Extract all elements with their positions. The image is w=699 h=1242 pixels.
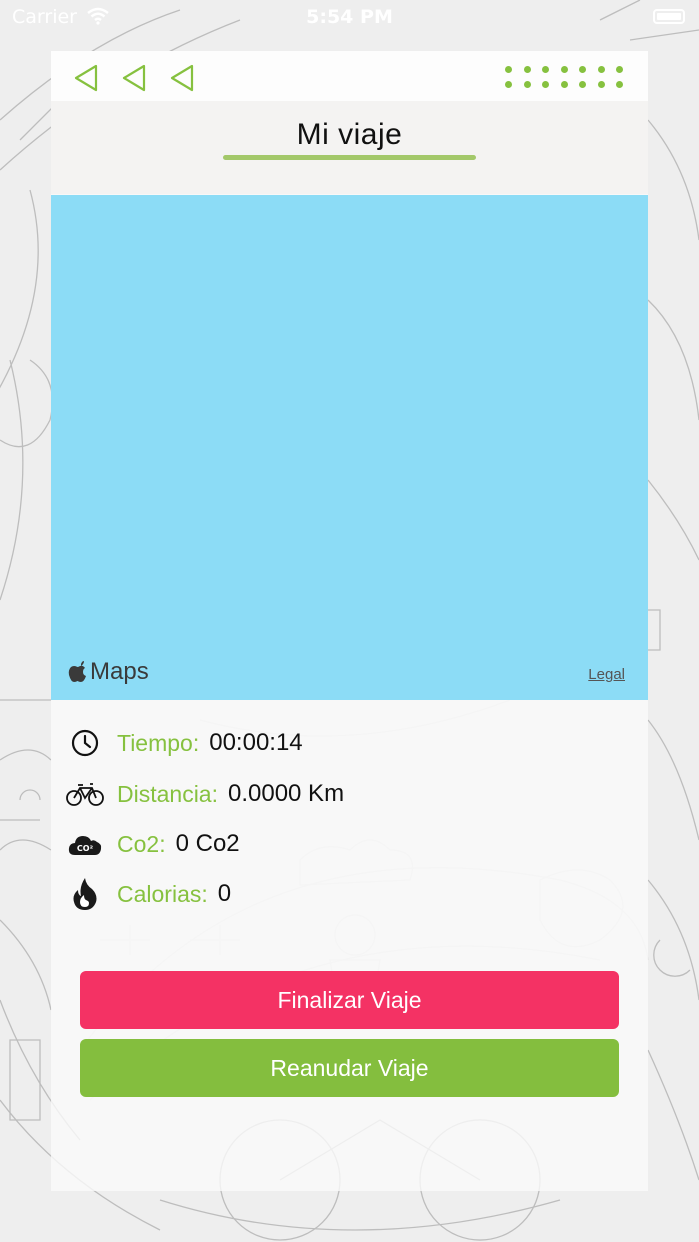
- bike-icon: [66, 776, 104, 812]
- time-value: 00:00:14: [209, 729, 303, 756]
- time-label: Tiempo:: [117, 729, 200, 756]
- distance-value: 0.0000 Km: [227, 780, 345, 807]
- co2-label: Co2:: [117, 830, 166, 857]
- flame-icon: [66, 876, 104, 912]
- page-title: Mi viaje: [296, 118, 403, 151]
- clock-time: 5:54 PM: [306, 6, 393, 28]
- resume-trip-button[interactable]: Reanudar Viaje: [80, 1039, 619, 1097]
- stat-time: Tiempo: 00:00:14: [66, 723, 303, 763]
- co2-cloud-icon: CO²: [66, 826, 104, 862]
- dots-pattern-icon: [505, 66, 630, 90]
- stat-calories: Calorias: 0: [66, 874, 231, 914]
- stat-co2: CO² Co2: 0 Co2: [66, 824, 240, 864]
- calories-value: 0: [217, 880, 232, 907]
- svg-text:CO²: CO²: [77, 844, 94, 853]
- stat-distance: Distancia: 0.0000 Km: [66, 774, 344, 814]
- battery-icon: [653, 9, 685, 24]
- apple-logo-icon: [68, 661, 86, 682]
- legal-link[interactable]: Legal: [588, 666, 625, 683]
- back-arrow-icon[interactable]: [120, 62, 150, 94]
- map-view[interactable]: [51, 195, 648, 700]
- distance-label: Distancia:: [117, 780, 218, 807]
- end-trip-button[interactable]: Finalizar Viaje: [80, 971, 619, 1029]
- back-arrow-icon[interactable]: [168, 62, 198, 94]
- maps-attribution: Maps: [68, 658, 149, 686]
- calories-label: Calorias:: [117, 880, 208, 907]
- back-navigation: [72, 62, 198, 94]
- co2-value: 0 Co2: [175, 830, 240, 857]
- status-bar: Carrier 5:54 PM: [0, 0, 699, 36]
- back-arrow-icon[interactable]: [72, 62, 102, 94]
- clock-icon: [66, 725, 104, 761]
- maps-label: Maps: [90, 658, 149, 685]
- title-underline: [223, 155, 476, 160]
